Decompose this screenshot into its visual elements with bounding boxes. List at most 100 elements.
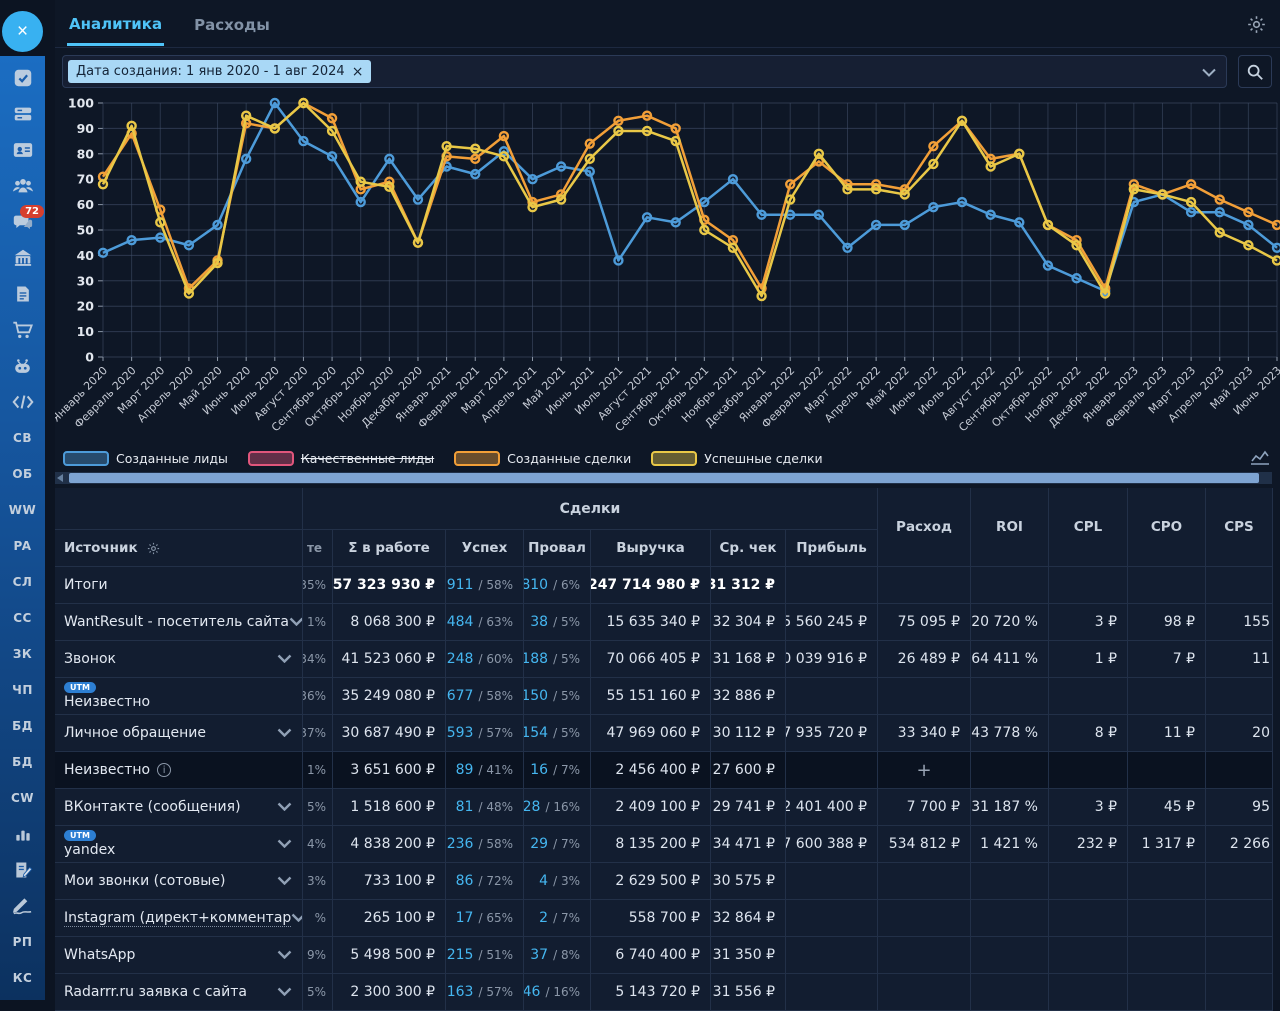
tab-analytics[interactable]: Аналитика	[67, 2, 164, 46]
sidebar-item-doc-edit-icon[interactable]	[0, 852, 45, 888]
filter-dropdown-icon[interactable]	[1202, 62, 1216, 81]
settings-gear-icon[interactable]	[1246, 14, 1267, 39]
sidebar-item-robot-icon[interactable]	[0, 348, 45, 384]
filter-chip[interactable]: Дата создания: 1 янв 2020 - 1 авг 2024 ×	[68, 60, 371, 83]
chart-type-icon[interactable]	[1250, 449, 1270, 469]
fail-cell: 150/ 5%	[524, 678, 591, 715]
sidebar-close-button[interactable]: ×	[2, 11, 43, 52]
column-header-cps: CPS	[1206, 488, 1273, 567]
source-cell[interactable]: Неизвестноi	[55, 752, 303, 789]
sidebar-item-сс-15[interactable]: СС	[0, 600, 45, 636]
sidebar-item-св-10[interactable]: СВ	[0, 420, 45, 456]
sidebar-item-об-11[interactable]: ОБ	[0, 456, 45, 492]
legend-label: Созданные сделки	[507, 451, 631, 466]
sidebar-item-signature-icon[interactable]	[0, 888, 45, 924]
sidebar-item-chat-icon[interactable]: 72	[0, 204, 45, 240]
row-expand-chevron-icon[interactable]	[277, 984, 292, 1000]
sidebar-item-device-icon[interactable]	[0, 96, 45, 132]
source-cell[interactable]: WhatsApp	[55, 937, 303, 974]
expense-cell	[878, 567, 971, 604]
cps-cell	[1206, 900, 1273, 937]
legend-item-2[interactable]: Созданные сделки	[454, 451, 631, 466]
roi-cell	[971, 863, 1049, 900]
table-row-1: WantResult - посетитель сайта1%8 068 300…	[55, 604, 1272, 641]
avg-check-cell: 29 741 ₽	[711, 789, 786, 826]
cpl-cell	[1049, 863, 1128, 900]
row-expand-chevron-icon[interactable]	[277, 873, 292, 889]
chart-legend: Созданные лиды Качественные лиды Созданные…	[63, 447, 823, 469]
source-cell[interactable]: UTMНеизвестно	[55, 678, 303, 715]
avg-check-cell: 30 112 ₽	[711, 715, 786, 752]
source-cell[interactable]: ВКонтакте (сообщения)	[55, 789, 303, 826]
sidebar-item-bar-chart-icon[interactable]	[0, 816, 45, 852]
row-expand-chevron-icon[interactable]	[277, 799, 292, 815]
profit-cell: 15 560 245 ₽	[786, 604, 878, 641]
sidebar-item-чп-17[interactable]: ЧП	[0, 672, 45, 708]
sidebar-item-рп-24[interactable]: РП	[0, 924, 45, 960]
cpo-cell: 1 317 ₽	[1128, 826, 1206, 863]
horizontal-scrollbar[interactable]	[55, 472, 1272, 484]
sidebar-item-tasks-icon[interactable]	[0, 60, 45, 96]
sidebar-item-cw-20[interactable]: CW	[0, 780, 45, 816]
sidebar-item-ww-12[interactable]: WW	[0, 492, 45, 528]
row-expand-chevron-icon[interactable]	[291, 910, 303, 926]
info-icon[interactable]: i	[157, 763, 171, 777]
scroll-left-arrow-icon[interactable]	[57, 474, 63, 482]
search-button[interactable]	[1238, 55, 1272, 88]
sidebar-item-кс-25[interactable]: КС	[0, 960, 45, 996]
roi-cell: 20 720 %	[971, 604, 1049, 641]
add-expense-button[interactable]: +	[878, 752, 971, 789]
source-cell[interactable]: Radarrr.ru заявка с сайта	[55, 974, 303, 1011]
cpl-cell: 3 ₽	[1049, 789, 1128, 826]
header-spacer	[55, 488, 303, 530]
row-expand-chevron-icon[interactable]	[289, 614, 303, 630]
legend-item-0[interactable]: Созданные лиды	[63, 451, 228, 466]
sidebar-item-code-icon[interactable]	[0, 384, 45, 420]
row-expand-chevron-icon[interactable]	[277, 651, 292, 667]
chip-remove-icon[interactable]: ×	[352, 67, 364, 77]
source-cell[interactable]: Итоги	[55, 567, 303, 604]
row-expand-chevron-icon[interactable]	[277, 836, 292, 852]
source-cell[interactable]: Instagram (директ+комментар	[55, 900, 303, 937]
cps-cell: 11	[1206, 641, 1273, 678]
table-settings-gear-icon[interactable]	[146, 541, 161, 556]
sidebar-item-cart-icon[interactable]	[0, 312, 45, 348]
source-cell[interactable]: Личное обращение	[55, 715, 303, 752]
tab-expenses[interactable]: Расходы	[192, 3, 272, 44]
sidebar-item-bank-icon[interactable]	[0, 240, 45, 276]
sum-in-work-cell: 3 651 600 ₽	[333, 752, 446, 789]
avg-check-cell: 30 575 ₽	[711, 863, 786, 900]
sum-in-work-cell: 157 323 930 ₽	[333, 567, 446, 604]
sidebar-item-зк-16[interactable]: ЗК	[0, 636, 45, 672]
expense-cell	[878, 863, 971, 900]
table-row-2: Звонок34%41 523 060 ₽2 248/ 60%188/ 5%70…	[55, 641, 1272, 678]
sidebar-item-pa-13[interactable]: PA	[0, 528, 45, 564]
table-row-6: ВКонтакте (сообщения)5%1 518 600 ₽81/ 48…	[55, 789, 1272, 826]
legend-item-1[interactable]: Качественные лиды	[248, 451, 434, 466]
source-cell[interactable]: UTMyandex	[55, 826, 303, 863]
row-expand-chevron-icon[interactable]	[277, 947, 292, 963]
horizontal-scrollbar-thumb[interactable]	[69, 473, 1259, 483]
source-cell[interactable]: Звонок	[55, 641, 303, 678]
profit-cell	[786, 900, 878, 937]
source-cell[interactable]: Мои звонки (сотовые)	[55, 863, 303, 900]
fail-cell: 29/ 7%	[524, 826, 591, 863]
sidebar-item-document-icon[interactable]	[0, 276, 45, 312]
success-cell: 81/ 48%	[446, 789, 524, 826]
sidebar-item-сл-14[interactable]: СЛ	[0, 564, 45, 600]
filter-input[interactable]: Дата создания: 1 янв 2020 - 1 авг 2024 ×	[62, 55, 1227, 88]
legend-item-3[interactable]: Успешные сделки	[651, 451, 822, 466]
analytics-chart: 0102030405060708090100Январь 2020Февраль…	[55, 95, 1280, 447]
cps-cell	[1206, 678, 1273, 715]
sidebar-item-people-icon[interactable]	[0, 168, 45, 204]
cpl-cell	[1049, 567, 1128, 604]
source-cell[interactable]: WantResult - посетитель сайта	[55, 604, 303, 641]
cpo-cell	[1128, 863, 1206, 900]
sidebar-item-contact-card-icon[interactable]	[0, 132, 45, 168]
fail-cell: 38/ 5%	[524, 604, 591, 641]
sidebar-item-бд-19[interactable]: БД	[0, 744, 45, 780]
pct-cell: 36%	[303, 678, 333, 715]
sidebar-item-бд-18[interactable]: БД	[0, 708, 45, 744]
row-expand-chevron-icon[interactable]	[277, 725, 292, 741]
svg-text:50: 50	[77, 223, 95, 238]
